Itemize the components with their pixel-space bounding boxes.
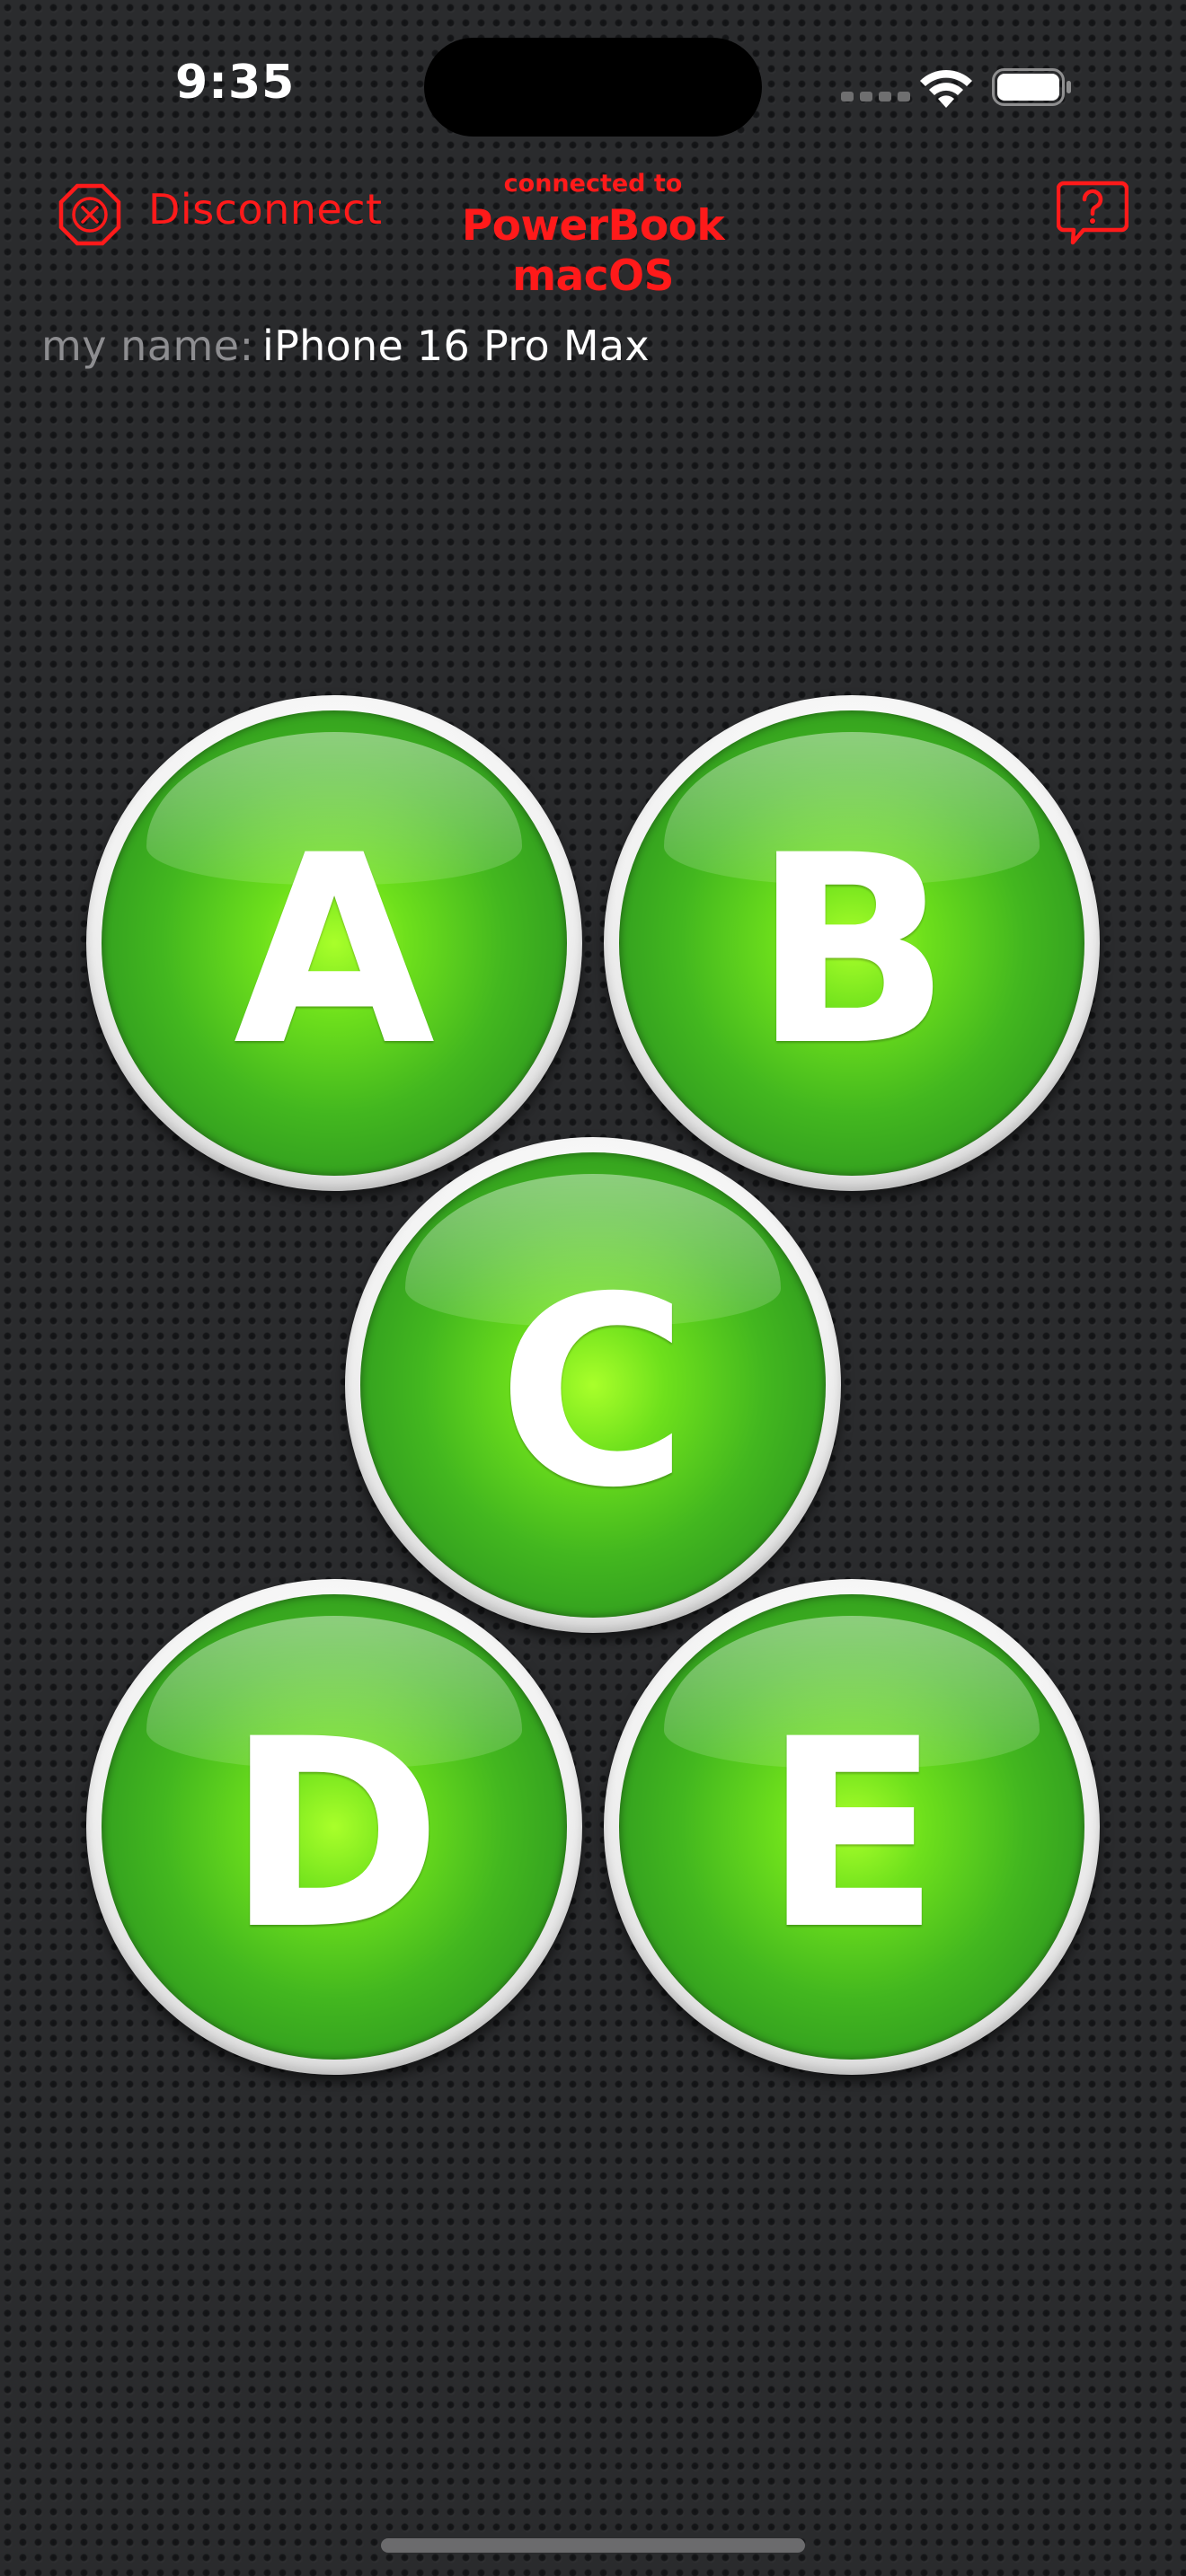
button-b-face: B (619, 710, 1084, 1176)
button-a-letter: A (233, 799, 436, 1103)
button-b[interactable]: B (604, 695, 1100, 1191)
connected-to-label: connected to (503, 170, 683, 198)
button-e-letter: E (762, 1683, 942, 1987)
button-d-face: D (102, 1594, 567, 2060)
close-circle-icon[interactable] (58, 183, 121, 246)
battery-icon (992, 68, 1071, 106)
button-a[interactable]: A (86, 695, 582, 1191)
button-d-letter: D (226, 1683, 443, 1987)
cellular-signal-icon (841, 92, 910, 101)
dynamic-island (424, 38, 762, 137)
button-b-letter: B (752, 799, 951, 1103)
wifi-icon (920, 69, 972, 108)
connection-status: connected to PowerBook macOS (377, 167, 809, 302)
button-c-letter: C (497, 1241, 689, 1545)
my-name-value: iPhone 16 Pro Max (262, 322, 650, 370)
home-indicator[interactable] (381, 2538, 805, 2553)
button-d[interactable]: D (86, 1579, 582, 2075)
button-e[interactable]: E (604, 1579, 1100, 2075)
help-bubble-icon[interactable] (1057, 180, 1128, 248)
button-e-face: E (619, 1594, 1084, 2060)
disconnect-button[interactable]: Disconnect (148, 185, 383, 234)
button-c[interactable]: C (345, 1137, 841, 1633)
connected-device-name: PowerBook macOS (461, 201, 725, 301)
button-a-face: A (102, 710, 567, 1176)
my-name-label: my name: (41, 322, 254, 370)
button-c-face: C (360, 1152, 826, 1618)
status-time: 9:35 (175, 56, 296, 110)
